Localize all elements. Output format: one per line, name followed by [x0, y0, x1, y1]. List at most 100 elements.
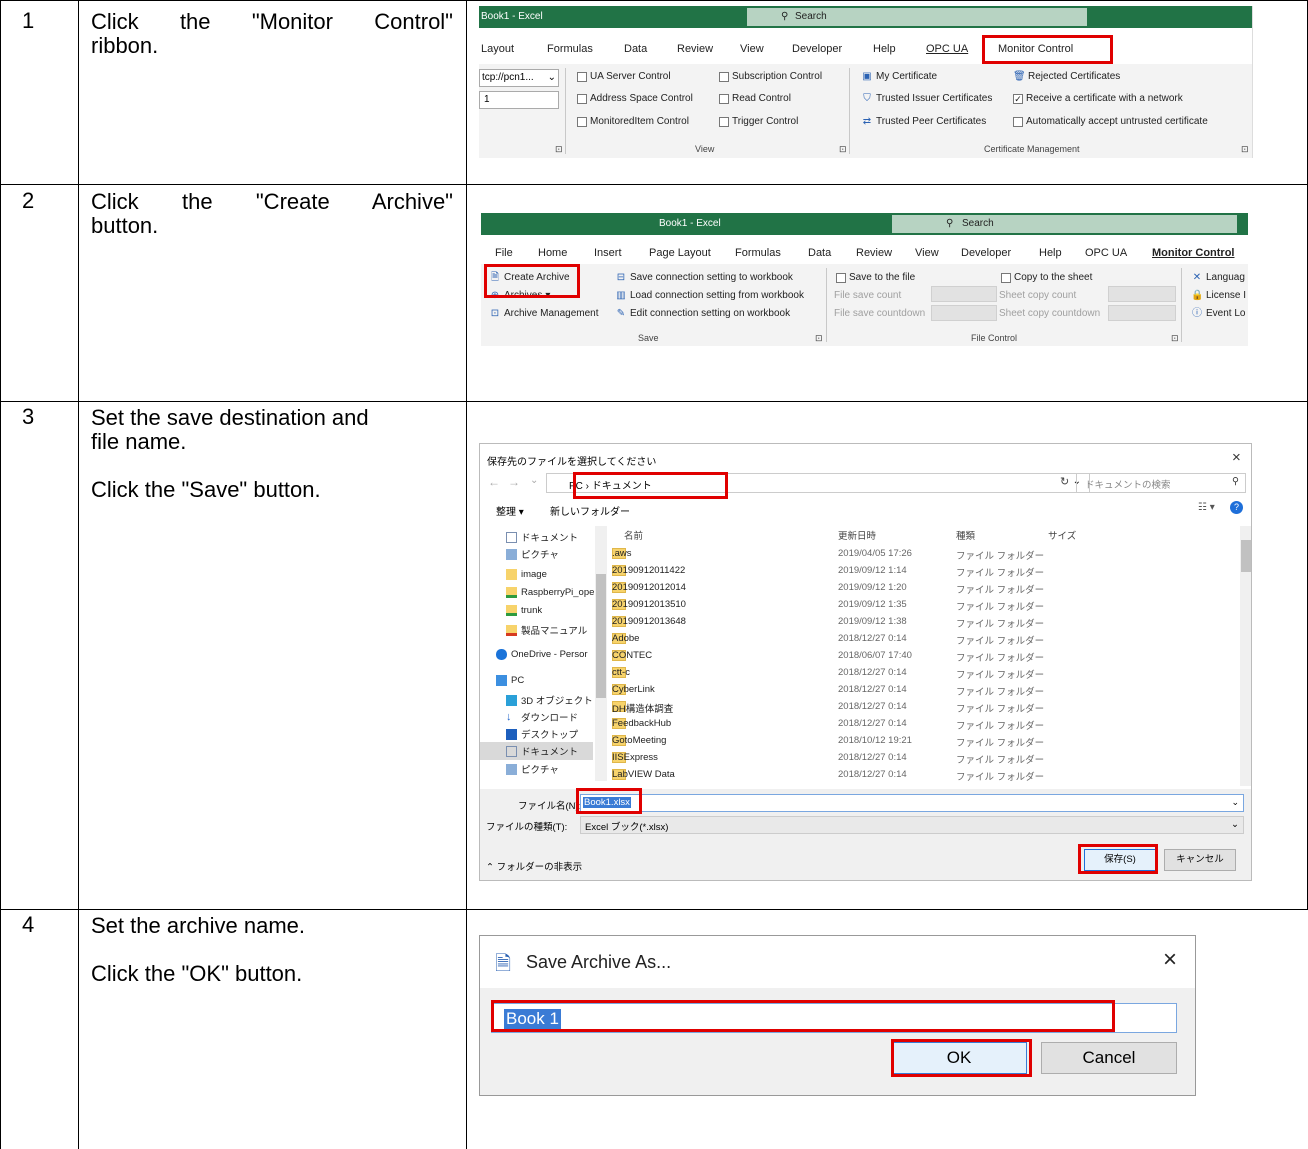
dialog-launcher-icon[interactable]: ⊡ — [815, 333, 823, 344]
column-type[interactable]: 種類 — [956, 528, 975, 542]
tab-file[interactable]: File — [495, 247, 513, 259]
nav-item[interactable]: ピクチャ — [506, 762, 559, 776]
file-row[interactable]: 20190912013510 2019/09/12 1:35 ファイル フォルダー — [612, 599, 1240, 616]
nav-item[interactable]: ピクチャ — [506, 547, 559, 561]
tab-developer[interactable]: Developer — [792, 43, 842, 55]
tab-view[interactable]: View — [915, 247, 939, 259]
ua-server-control-check[interactable]: UA Server Control — [577, 71, 671, 82]
nav-item-selected[interactable]: ドキュメント — [506, 744, 578, 758]
close-icon[interactable]: × — [1232, 449, 1241, 466]
folder-search-input[interactable]: ドキュメントの検索 ⚲ — [1076, 473, 1246, 493]
file-row[interactable]: IISExpress 2018/12/27 0:14 ファイル フォルダー — [612, 752, 1240, 769]
tab-home[interactable]: Home — [538, 247, 567, 259]
file-row[interactable]: 20190912011422 2019/09/12 1:14 ファイル フォルダー — [612, 565, 1240, 582]
license-button[interactable]: 🔒 License I — [1191, 290, 1246, 301]
view-options-icon[interactable]: ☷ ▾ — [1198, 502, 1215, 513]
file-row[interactable]: Adobe 2018/12/27 0:14 ファイル フォルダー — [612, 633, 1240, 650]
file-save-countdown-field[interactable] — [931, 305, 997, 321]
tab-review[interactable]: Review — [856, 247, 892, 259]
column-name[interactable]: 名前 — [624, 528, 643, 542]
file-row[interactable]: .aws 2019/04/05 17:26 ファイル フォルダー — [612, 548, 1240, 565]
trusted-issuer-button[interactable]: ⛉ Trusted Issuer Certificates — [861, 93, 992, 104]
file-row[interactable]: DH構造体調査 2018/12/27 0:14 ファイル フォルダー — [612, 701, 1240, 718]
subscription-control-check[interactable]: Subscription Control — [719, 71, 822, 82]
file-save-count-field[interactable] — [931, 286, 997, 302]
server-field[interactable]: 1 — [479, 91, 559, 109]
tab-help[interactable]: Help — [1039, 247, 1062, 259]
dialog-launcher-icon[interactable]: ⊡ — [555, 144, 563, 155]
file-row[interactable]: CONTEC 2018/06/07 17:40 ファイル フォルダー — [612, 650, 1240, 667]
nav-item[interactable]: RaspberryPi_ope — [506, 587, 594, 598]
nav-item[interactable]: trunk — [506, 605, 542, 616]
nav-item[interactable]: 製品マニュアル — [506, 623, 587, 637]
tab-formulas[interactable]: Formulas — [735, 247, 781, 259]
language-button[interactable]: ✕ Languag — [1191, 272, 1245, 283]
rejected-certificates-button[interactable]: 🗑 Rejected Certificates — [1013, 71, 1120, 82]
cancel-button[interactable]: Cancel — [1041, 1042, 1177, 1074]
file-row[interactable]: GotoMeeting 2018/10/12 19:21 ファイル フォルダー — [612, 735, 1240, 752]
nav-item[interactable]: image — [506, 569, 547, 580]
file-row[interactable]: ctt-c 2018/12/27 0:14 ファイル フォルダー — [612, 667, 1240, 684]
file-row[interactable]: CyberLink 2018/12/27 0:14 ファイル フォルダー — [612, 684, 1240, 701]
server-combo[interactable]: tcp://pcn1... ⌄ — [479, 69, 559, 87]
nav-item[interactable]: デスクトップ — [506, 727, 578, 741]
save-to-file-check[interactable]: Save to the file — [836, 272, 915, 283]
filename-input[interactable]: Book1.xlsx ⌄ — [580, 794, 1244, 812]
save-connection-button[interactable]: ⊟ Save connection setting to workbook — [615, 272, 793, 283]
tab-developer[interactable]: Developer — [961, 247, 1011, 259]
tab-view[interactable]: View — [740, 43, 764, 55]
archive-management-button[interactable]: ⊡ Archive Management — [489, 308, 599, 319]
cancel-button[interactable]: キャンセル — [1164, 849, 1236, 871]
hide-folders-toggle[interactable]: ⌃ フォルダーの非表示 — [486, 859, 582, 873]
tab-data[interactable]: Data — [624, 43, 647, 55]
file-row[interactable]: 20190912013648 2019/09/12 1:38 ファイル フォルダー — [612, 616, 1240, 633]
sheet-copy-count-field[interactable] — [1108, 286, 1176, 302]
help-icon[interactable]: ? — [1230, 501, 1243, 514]
tab-formulas[interactable]: Formulas — [547, 43, 593, 55]
dialog-launcher-icon[interactable]: ⊡ — [1171, 333, 1179, 344]
auto-accept-check[interactable]: Automatically accept untrusted certifica… — [1013, 116, 1208, 127]
file-row[interactable]: FeedbackHub 2018/12/27 0:14 ファイル フォルダー — [612, 718, 1240, 735]
nav-item[interactable]: 3D オブジェクト — [506, 693, 593, 707]
tab-page-layout[interactable]: Page Layout — [649, 247, 711, 259]
nav-item[interactable]: ↓ ダウンロード — [506, 710, 578, 724]
tab-help[interactable]: Help — [873, 43, 896, 55]
tab-opc-ua[interactable]: OPC UA — [926, 43, 968, 55]
receive-certificate-check[interactable]: ✓ Receive a certificate with a network — [1013, 93, 1183, 104]
nav-item[interactable]: ドキュメント — [506, 530, 578, 544]
column-size[interactable]: サイズ — [1048, 528, 1076, 542]
forward-arrow-icon[interactable]: → — [508, 475, 520, 489]
copy-to-sheet-check[interactable]: Copy to the sheet — [1001, 272, 1092, 283]
monitoreditem-control-check[interactable]: MonitoredItem Control — [577, 116, 689, 127]
sheet-copy-countdown-field[interactable] — [1108, 305, 1176, 321]
search-box[interactable]: ⚲ Search — [892, 215, 1237, 233]
tab-layout[interactable]: Layout — [481, 43, 514, 55]
file-list-scrollbar[interactable] — [1240, 526, 1251, 786]
address-space-control-check[interactable]: Address Space Control — [577, 93, 693, 104]
recent-dropdown-icon[interactable]: ⌄ — [530, 475, 538, 486]
edit-connection-button[interactable]: ✎ Edit connection setting on workbook — [615, 308, 790, 319]
trusted-peer-button[interactable]: ⇄ Trusted Peer Certificates — [861, 116, 986, 127]
close-icon[interactable]: × — [1163, 946, 1177, 974]
nav-item[interactable]: PC — [496, 675, 524, 686]
dialog-launcher-icon[interactable]: ⊡ — [839, 144, 847, 155]
my-certificate-button[interactable]: ▣ My Certificate — [861, 71, 937, 82]
filetype-select[interactable]: Excel ブック(*.xlsx) ⌄ — [580, 816, 1244, 834]
tab-insert[interactable]: Insert — [594, 247, 622, 259]
tab-review[interactable]: Review — [677, 43, 713, 55]
read-control-check[interactable]: Read Control — [719, 93, 791, 104]
back-arrow-icon[interactable]: ← — [488, 475, 500, 489]
nav-item[interactable]: OneDrive - Persor — [496, 649, 588, 660]
event-log-button[interactable]: ⓘ Event Lo — [1191, 308, 1245, 319]
new-folder-button[interactable]: 新しいフォルダー — [550, 503, 630, 518]
organize-button[interactable]: 整理 ▾ — [496, 503, 524, 518]
refresh-icon[interactable]: ↻ — [1060, 475, 1069, 488]
load-connection-button[interactable]: ▥ Load connection setting from workbook — [615, 290, 804, 301]
trigger-control-check[interactable]: Trigger Control — [719, 116, 798, 127]
nav-scrollbar[interactable] — [595, 526, 607, 781]
dialog-launcher-icon[interactable]: ⊡ — [1241, 144, 1249, 155]
tab-data[interactable]: Data — [808, 247, 831, 259]
search-box[interactable]: ⚲ Search — [747, 8, 1087, 26]
tab-monitor-control[interactable]: Monitor Control — [1152, 247, 1234, 259]
file-row[interactable]: 20190912012014 2019/09/12 1:20 ファイル フォルダー — [612, 582, 1240, 599]
